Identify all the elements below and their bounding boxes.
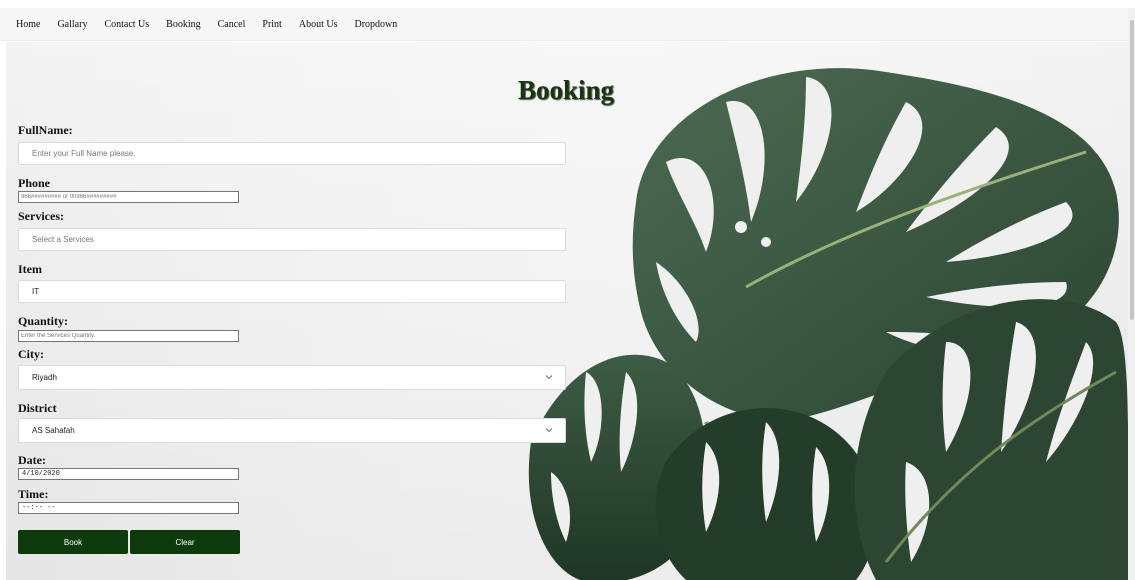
district-select-value: AS Sahafah xyxy=(32,426,75,435)
top-strip xyxy=(0,0,1135,8)
clear-button[interactable]: Clear xyxy=(130,530,240,554)
page-scrollbar[interactable] xyxy=(1128,8,1135,580)
quantity-input[interactable] xyxy=(18,330,239,342)
navbar: Home Gallary Contact Us Booking Cancel P… xyxy=(0,8,1128,41)
book-button[interactable]: Book xyxy=(18,530,128,554)
city-select[interactable]: Riyadh xyxy=(18,365,566,390)
district-label: District xyxy=(18,401,57,415)
item-id-input[interactable] xyxy=(18,280,566,303)
time-label: Time: xyxy=(18,487,49,501)
nav-about-us[interactable]: About Us xyxy=(299,19,338,30)
scrollbar-thumb[interactable] xyxy=(1130,20,1134,320)
phone-input[interactable] xyxy=(18,191,239,203)
date-label: Date: xyxy=(18,453,46,467)
nav-dropdown[interactable]: Dropdown xyxy=(354,19,397,30)
nav-booking[interactable]: Booking xyxy=(166,19,200,30)
district-select[interactable]: AS Sahafah xyxy=(18,418,566,443)
monstera-plant-image xyxy=(528,68,1128,580)
services-label: Services: xyxy=(18,209,64,223)
city-select-value: Riyadh xyxy=(32,373,57,382)
quantity-label: Quantity: xyxy=(18,314,69,328)
nav-cancel[interactable]: Cancel xyxy=(218,19,246,30)
nav-print[interactable]: Print xyxy=(262,19,281,30)
chevron-down-icon xyxy=(545,375,553,380)
page-title: Booking xyxy=(518,75,615,105)
nav-gallary[interactable]: Gallary xyxy=(57,19,87,30)
nav-home[interactable]: Home xyxy=(16,19,40,30)
background-image: Booking xyxy=(6,42,1128,580)
services-input[interactable] xyxy=(18,228,566,251)
city-label: City: xyxy=(18,347,44,361)
fullname-label: FullName: xyxy=(18,123,73,137)
time-input[interactable] xyxy=(18,502,239,514)
chevron-down-icon xyxy=(545,428,553,433)
fullname-input[interactable] xyxy=(18,142,566,165)
date-input[interactable] xyxy=(18,468,239,480)
nav-contact-us[interactable]: Contact Us xyxy=(104,19,149,30)
